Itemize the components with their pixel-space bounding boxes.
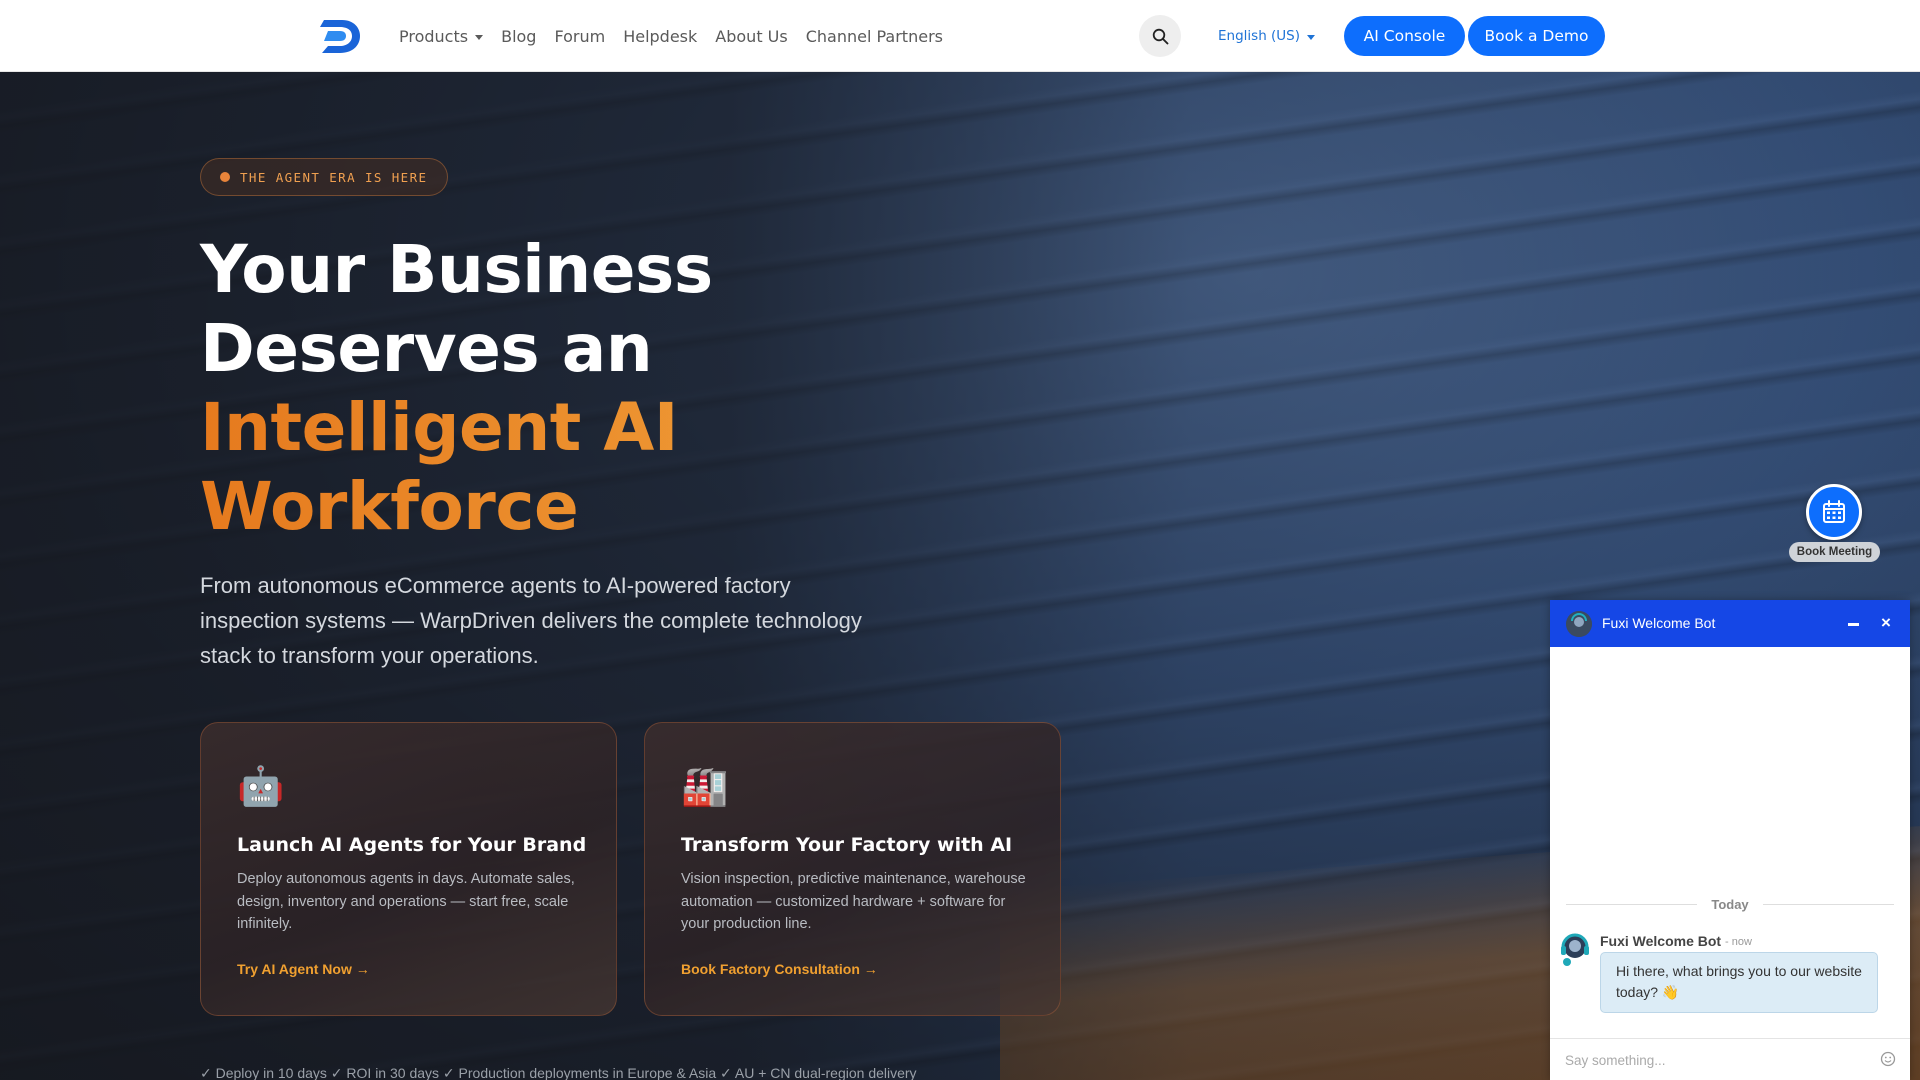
factory-card: 🏭 Transform Your Factory with AI Vision …: [644, 722, 1061, 1016]
chevron-down-icon: [475, 34, 484, 40]
nav-helpdesk[interactable]: Helpdesk: [623, 27, 697, 46]
headline-line-4: Workforce: [200, 467, 900, 546]
chat-title: Fuxi Welcome Bot: [1602, 615, 1716, 631]
headline-line-2: Deserves an: [200, 310, 653, 387]
hero-headline: Your Business Deserves an Intelligent AI…: [200, 230, 900, 546]
factory-card-title: Transform Your Factory with AI: [681, 834, 1013, 856]
bot-avatar-icon: [1566, 611, 1592, 637]
agent-card: 🤖 Launch AI Agents for Your Brand Deploy…: [200, 722, 617, 1016]
book-demo-button[interactable]: Book a Demo: [1468, 16, 1605, 56]
book-factory-consultation-link[interactable]: Book Factory Consultation →: [681, 961, 878, 977]
date-divider: Today: [1566, 896, 1895, 912]
date-divider-label: Today: [1711, 896, 1749, 912]
hero-badge: THE AGENT ERA IS HERE: [200, 158, 449, 196]
nav-about-us[interactable]: About Us: [715, 27, 787, 46]
language-label: English (US): [1218, 28, 1301, 44]
ai-console-button[interactable]: AI Console: [1344, 16, 1465, 56]
chat-message-input[interactable]: [1565, 1049, 1865, 1071]
chat-composer: [1550, 1038, 1910, 1080]
support-agent-icon: [1561, 933, 1589, 966]
chat-header: Fuxi Welcome Bot ×: [1550, 600, 1910, 647]
chevron-down-icon: [1307, 34, 1316, 40]
chat-widget: Fuxi Welcome Bot × Today Fuxi Welcome Bo…: [1550, 600, 1910, 1080]
trust-line: ✓ Deploy in 10 days ✓ ROI in 30 days ✓ P…: [200, 1065, 917, 1080]
hero-subtitle: From autonomous eCommerce agents to AI-p…: [200, 573, 862, 668]
factory-icon: 🏭: [681, 766, 729, 808]
agent-card-title: Launch AI Agents for Your Brand: [237, 834, 587, 856]
nav-forum[interactable]: Forum: [554, 27, 605, 46]
emoji-icon[interactable]: [1880, 1051, 1896, 1067]
nav-blog[interactable]: Blog: [501, 27, 536, 46]
close-icon[interactable]: ×: [1876, 613, 1896, 633]
language-selector[interactable]: English (US): [1218, 28, 1316, 44]
agent-card-description: Deploy autonomous agents in days. Automa…: [237, 871, 575, 932]
message-sender: Fuxi Welcome Bot: [1600, 933, 1722, 949]
warpdriven-logo[interactable]: [318, 16, 364, 56]
robot-icon: 🤖: [237, 766, 285, 808]
nav-products[interactable]: Products: [399, 26, 484, 46]
headline-line-3: Intelligent AI: [200, 388, 900, 467]
main-nav: Products Blog Forum Helpdesk About Us Ch…: [399, 0, 961, 72]
factory-card-description: Vision inspection, predictive maintenanc…: [681, 871, 1026, 932]
nav-products-label: Products: [399, 26, 469, 46]
search-icon: [1152, 28, 1168, 44]
book-meeting-button[interactable]: [1806, 484, 1862, 540]
top-navbar: Products Blog Forum Helpdesk About Us Ch…: [0, 0, 1920, 72]
dot-icon: [220, 172, 230, 182]
book-meeting-label: Book Meeting: [1789, 542, 1880, 562]
search-button[interactable]: [1139, 15, 1181, 57]
message-time: - now: [1725, 936, 1752, 948]
minimize-icon[interactable]: [1844, 614, 1864, 634]
chat-message-bubble: Hi there, what brings you to our website…: [1600, 952, 1878, 1013]
headline-line-1: Your Business: [200, 231, 713, 308]
calendar-icon: [1823, 500, 1845, 523]
try-ai-agent-link[interactable]: Try AI Agent Now →: [237, 961, 370, 977]
hero-badge-text: THE AGENT ERA IS HERE: [240, 169, 428, 185]
nav-channel-partners[interactable]: Channel Partners: [806, 27, 943, 46]
